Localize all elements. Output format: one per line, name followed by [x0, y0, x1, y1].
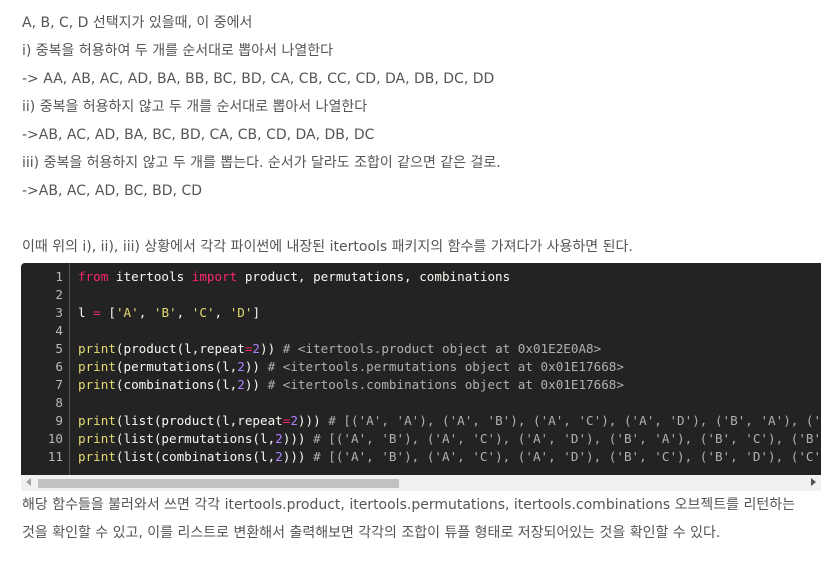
code-line-print-list-permutations: print(list(permutations(l,2))) # [('A', … [78, 430, 821, 448]
bracket: ] [252, 305, 261, 320]
builtin-print: print [78, 431, 116, 446]
paragraph-case-1-result: -> AA, AB, AC, AD, BA, BB, BC, BD, CA, C… [22, 71, 495, 87]
number-literal: 2 [290, 413, 298, 428]
string-literal: 'A' [115, 305, 139, 320]
string-literal: 'C' [191, 305, 215, 320]
code-line-import: from itertools import product, permutati… [78, 268, 510, 286]
code-block: 1 2 3 4 5 6 7 8 9 10 11 from itertools i… [21, 263, 821, 475]
builtin-print: print [78, 359, 116, 374]
line-number-gutter: 1 2 3 4 5 6 7 8 9 10 11 [21, 263, 70, 475]
separator: , [138, 305, 154, 320]
line-number: 8 [55, 395, 63, 410]
paren: ))) [297, 413, 329, 428]
number-literal: 2 [252, 341, 261, 356]
code-line-print-list-product: print(list(product(l,repeat=2))) # [('A'… [78, 412, 821, 430]
paren: ))) [282, 431, 314, 446]
line-number: 9 [55, 413, 63, 428]
line-number: 11 [47, 449, 63, 464]
paragraph-explanation-1: 해당 함수들을 불러와서 쓰면 각각 itertools.product, it… [22, 497, 795, 513]
variable: l [78, 305, 94, 320]
line-number: 1 [55, 269, 63, 284]
code-comment: # <itertools.permutations object at 0x01… [267, 359, 624, 374]
paragraph-explanation-2: 것을 확인할 수 있고, 이를 리스트로 변환해서 출력해보면 각각의 조합이 … [22, 525, 721, 541]
line-number: 6 [55, 359, 63, 374]
builtin-print: print [78, 377, 116, 392]
code-comment: # [('A', 'B'), ('A', 'C'), ('A', 'D'), (… [313, 431, 821, 446]
paragraph-case-2: ii) 중복을 허용하지 않고 두 개를 순서대로 뽑아서 나열한다 [22, 99, 368, 115]
call-expr: (permutations(l, [115, 359, 238, 374]
code-line-print-combinations: print(combinations(l,2)) # <itertools.co… [78, 376, 624, 394]
paragraph-case-2-result: ->AB, AC, AD, BA, BC, BD, CA, CB, CD, DA… [22, 127, 375, 143]
scroll-left-arrow-icon[interactable] [26, 478, 31, 486]
line-number: 10 [47, 431, 63, 446]
horizontal-scrollbar[interactable] [21, 475, 821, 491]
separator: , [214, 305, 230, 320]
paren: ))) [282, 449, 314, 464]
separator: , [176, 305, 192, 320]
code-comment: # [('A', 'B'), ('A', 'C'), ('A', 'D'), (… [313, 449, 821, 464]
paren: )) [244, 359, 268, 374]
paren: )) [244, 377, 268, 392]
line-number: 7 [55, 377, 63, 392]
builtin-print: print [78, 413, 116, 428]
keyword-import: import [191, 269, 238, 284]
code-line-list-assign: l = ['A', 'B', 'C', 'D'] [78, 304, 260, 322]
number-literal: 2 [275, 449, 283, 464]
paragraph-itertools-intro: 이때 위의 i), ii), iii) 상황에서 각각 파이썬에 내장된 ite… [22, 239, 633, 255]
line-number: 5 [55, 341, 63, 356]
call-expr: (list(combinations(l, [115, 449, 276, 464]
line-number: 3 [55, 305, 63, 320]
scroll-thumb[interactable] [38, 479, 399, 488]
call-expr: (combinations(l, [115, 377, 238, 392]
code-line-print-list-combinations: print(list(combinations(l,2))) # [('A', … [78, 448, 821, 466]
string-literal: 'B' [153, 305, 177, 320]
code-comment: # <itertools.product object at 0x01E2E0A… [282, 341, 602, 356]
call-expr: (list(permutations(l, [115, 431, 276, 446]
builtin-print: print [78, 341, 116, 356]
code-line-print-product: print(product(l,repeat=2)) # <itertools.… [78, 340, 601, 358]
number-literal: 2 [275, 431, 283, 446]
string-literal: 'D' [229, 305, 253, 320]
code-comment: # [('A', 'A'), ('A', 'B'), ('A', 'C'), (… [328, 413, 821, 428]
code-line-print-permutations: print(permutations(l,2)) # <itertools.pe… [78, 358, 624, 376]
scroll-right-arrow-icon[interactable] [811, 478, 816, 486]
operator: = [93, 305, 101, 320]
line-number: 4 [55, 323, 63, 338]
number-literal: 2 [237, 359, 245, 374]
line-number: 2 [55, 287, 63, 302]
paragraph-case-3: iii) 중복을 허용하지 않고 두 개를 뽑는다. 순서가 달라도 조합이 같… [22, 155, 501, 171]
call-expr: (product(l,repeat [115, 341, 245, 356]
keyword-from: from [78, 269, 109, 284]
bracket: [ [100, 305, 116, 320]
call-expr: (list(product(l,repeat [115, 413, 283, 428]
number-literal: 2 [237, 377, 245, 392]
builtin-print: print [78, 449, 116, 464]
code-comment: # <itertools.combinations object at 0x01… [267, 377, 624, 392]
paragraph-case-1: i) 중복을 허용하여 두 개를 순서대로 뽑아서 나열한다 [22, 43, 333, 59]
paragraph-options: A, B, C, D 선택지가 있을때, 이 중에서 [22, 15, 253, 31]
imported-names: product, permutations, combinations [237, 269, 511, 284]
paragraph-case-3-result: ->AB, AC, AD, BC, BD, CD [22, 183, 203, 199]
paren: )) [260, 341, 283, 356]
module-name: itertools [108, 269, 192, 284]
